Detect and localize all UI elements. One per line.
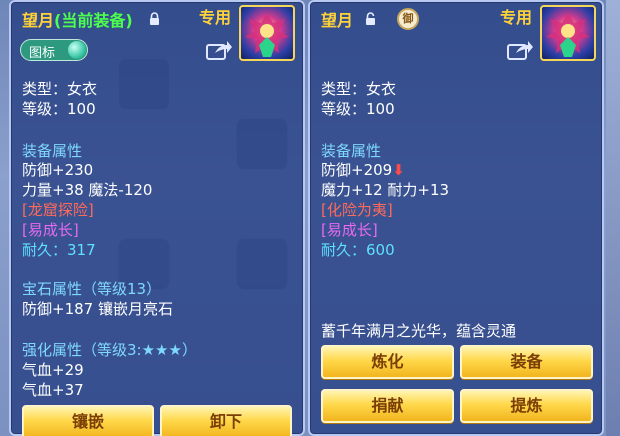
item-description: 蓄千年满月之光华，蕴含灵通 xyxy=(321,322,517,340)
durability-line: 耐久：600 xyxy=(321,239,395,260)
character-portrait-icon xyxy=(245,13,289,57)
durability-label: 耐久： xyxy=(321,241,367,259)
item-name: 望月 xyxy=(321,11,354,30)
decrease-arrow-icon: ⬇ xyxy=(392,161,405,179)
attr-line-1: 防御+230 xyxy=(22,161,94,179)
item-name: 望月 xyxy=(22,11,55,30)
icon-toggle-label: 图标 xyxy=(29,46,56,61)
type-line: 类型：女衣 xyxy=(321,80,397,98)
exclusive-label: 专用 xyxy=(500,8,533,27)
share-icon[interactable] xyxy=(506,39,534,61)
enhance-attr-header: 强化属性（等级3:★★★） xyxy=(22,341,197,359)
donate-button[interactable]: 捐献 xyxy=(321,389,454,423)
enhance-line-1: 气血+29 xyxy=(22,361,84,379)
guard-mark-icon: 御 xyxy=(397,8,419,30)
inlay-button[interactable]: 镶嵌 xyxy=(22,405,154,436)
attr-line-1: 防御+209⬇ xyxy=(321,159,405,180)
special-skill: [易成长] xyxy=(321,221,378,239)
gem-attr-header: 宝石属性（等级13） xyxy=(22,280,162,298)
share-icon[interactable] xyxy=(205,39,233,61)
durability-line: 耐久：317 xyxy=(22,239,96,260)
extract-button[interactable]: 提炼 xyxy=(460,389,593,423)
attr-line-2: 魔力+12 耐力+13 xyxy=(321,181,450,199)
refine-button[interactable]: 炼化 xyxy=(321,345,454,379)
level-line: 等级：100 xyxy=(321,100,395,118)
item-title: 望月 xyxy=(321,7,353,31)
current-equipment-panel: 望月(当前装备) 专用 图标 类型：女衣 等级：100 装备属性 防御+230 … xyxy=(9,0,305,436)
durability-value: 600 xyxy=(366,241,395,259)
icon-toggle[interactable]: 图标 xyxy=(20,39,88,61)
equip-attr-header: 装备属性 xyxy=(321,142,382,160)
compare-equipment-panel: 望月 御 专用 类型：女衣 等级：100 装备属性 防御+209⬇ 魔力+12 … xyxy=(308,0,604,436)
gem-attr-line: 防御+187 镶嵌月亮石 xyxy=(22,300,173,318)
enhance-line-2: 气血+37 xyxy=(22,381,84,399)
attr-line-2: 力量+38 魔法-120 xyxy=(22,181,153,199)
unlock-icon[interactable] xyxy=(365,12,376,25)
character-portrait-icon xyxy=(546,13,590,57)
current-equipped-tag: (当前装备) xyxy=(54,11,133,30)
toggle-knob xyxy=(68,41,86,59)
attr-line-1-text: 防御+209 xyxy=(321,161,393,179)
special-effect: [化险为夷] xyxy=(321,201,393,219)
item-title: 望月(当前装备) xyxy=(22,7,133,31)
level-line: 等级：100 xyxy=(22,100,96,118)
special-effect: [龙窟探险] xyxy=(22,201,94,219)
item-portrait xyxy=(239,5,295,61)
bg-side-strip xyxy=(606,0,620,436)
lock-icon[interactable] xyxy=(149,12,160,25)
type-line: 类型：女衣 xyxy=(22,80,98,98)
durability-value: 317 xyxy=(67,241,96,259)
equip-button[interactable]: 装备 xyxy=(460,345,593,379)
special-skill: [易成长] xyxy=(22,221,79,239)
equip-attr-header: 装备属性 xyxy=(22,142,83,160)
unequip-button[interactable]: 卸下 xyxy=(160,405,292,436)
item-portrait xyxy=(540,5,596,61)
exclusive-label: 专用 xyxy=(199,8,232,27)
durability-label: 耐久： xyxy=(22,241,68,259)
